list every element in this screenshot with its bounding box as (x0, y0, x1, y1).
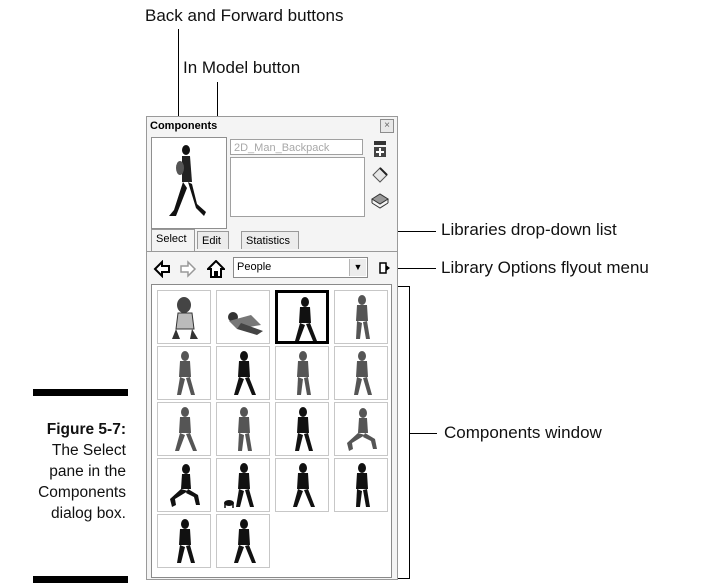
component-thumbnail-man-sitting[interactable] (334, 402, 388, 456)
woman-walking-icon (238, 407, 252, 451)
component-thumbnail-woman-bag-silhouette[interactable] (216, 514, 270, 568)
tab-divider (147, 251, 397, 252)
component-thumbnail-woman-silhouette[interactable] (157, 514, 211, 568)
leader-library-options (396, 268, 436, 269)
callout-library-options: Library Options flyout menu (441, 258, 649, 277)
callout-in-model: In Model button (183, 58, 301, 77)
woman-backpack-icon (354, 351, 372, 395)
component-thumbnail-woman-walking[interactable] (216, 402, 270, 456)
component-thumbnail-woman-with-dog[interactable] (216, 458, 270, 512)
component-thumbnail-man-walking-silhouette[interactable] (275, 458, 329, 512)
caption-line: The Select (51, 442, 126, 459)
woman-sitting-icon (172, 297, 198, 339)
old-man-walking-icon (234, 351, 256, 395)
bracket-pointer (409, 433, 437, 434)
component-thumbnail-man-kneeling[interactable] (157, 458, 211, 512)
man-kneeling-icon (170, 464, 200, 507)
component-thumbnail-man-standing[interactable] (334, 290, 388, 344)
man-walking-suit-icon (175, 407, 197, 451)
forward-arrow-icon[interactable] (179, 260, 197, 278)
man-walking-silhouette-icon (293, 463, 315, 507)
component-thumbnail-man-walking-suit[interactable] (157, 402, 211, 456)
woman-with-dog-icon (224, 463, 254, 508)
man-backpack-walking-icon (295, 297, 317, 341)
component-thumbnail-couple-lying[interactable] (216, 290, 270, 344)
man-sitting-icon (347, 408, 377, 451)
child-walking-icon (297, 351, 311, 395)
component-name-field[interactable]: 2D_Man_Backpack (230, 139, 363, 155)
woman-standing-icon (295, 407, 313, 451)
details-flyout-icon[interactable] (377, 260, 391, 276)
caption-line: dialog box. (51, 505, 126, 522)
component-sheet-icon[interactable] (370, 191, 390, 211)
figure-caption: Figure 5-7: The Select pane in the Compo… (0, 419, 126, 524)
paint-icon[interactable] (370, 165, 390, 185)
home-icon[interactable] (205, 259, 227, 278)
component-thumbnail-man-striding[interactable] (334, 458, 388, 512)
components-dialog: Components × 2D_Man_Backpack Select Edit… (146, 116, 398, 580)
create-component-icon[interactable] (370, 139, 390, 159)
component-thumbnail-woman-backpack[interactable] (334, 346, 388, 400)
tab-edit[interactable]: Edit (197, 231, 229, 249)
component-thumbnail-child-walking[interactable] (275, 346, 329, 400)
man-backpack-preview-icon (169, 145, 206, 216)
woman-silhouette-icon (177, 519, 195, 563)
callout-components-window: Components window (444, 423, 602, 442)
man-carrying-icon (177, 351, 195, 395)
caption-line: pane in the (49, 463, 126, 480)
caption-line: Components (38, 484, 126, 501)
man-striding-icon (356, 463, 370, 507)
callout-back-forward: Back and Forward buttons (145, 6, 344, 25)
chevron-down-icon[interactable]: ▼ (349, 259, 366, 276)
tab-statistics[interactable]: Statistics (241, 231, 299, 249)
back-arrow-icon[interactable] (153, 259, 171, 279)
woman-bag-silhouette-icon (234, 519, 256, 563)
caption-bottom-bar (33, 576, 128, 583)
man-standing-icon (356, 295, 370, 339)
library-selected-value: People (237, 261, 272, 273)
component-thumbnail-woman-sitting[interactable] (157, 290, 211, 344)
figure-number: Figure 5-7: (46, 421, 126, 438)
component-thumbnail-man-backpack-walking[interactable] (275, 290, 329, 344)
component-description-field[interactable] (230, 157, 365, 217)
callout-libraries-dropdown: Libraries drop-down list (441, 220, 617, 239)
close-button[interactable]: × (380, 119, 394, 133)
component-thumbnail-old-man-walking[interactable] (216, 346, 270, 400)
dialog-title: Components (150, 120, 218, 132)
component-thumbnail-woman-standing[interactable] (275, 402, 329, 456)
tab-select[interactable]: Select (151, 229, 195, 251)
component-thumbnail-man-carrying[interactable] (157, 346, 211, 400)
couple-lying-icon (228, 312, 263, 335)
bracket-vertical (409, 286, 410, 578)
components-window (151, 284, 392, 578)
component-preview (151, 137, 227, 229)
libraries-dropdown[interactable]: People ▼ (233, 257, 368, 278)
caption-top-bar (33, 389, 128, 396)
